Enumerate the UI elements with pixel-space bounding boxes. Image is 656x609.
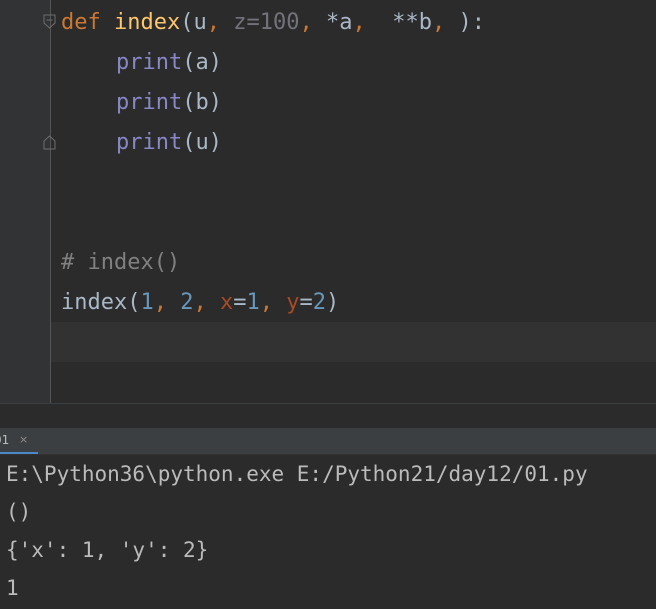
paren-close: ) [325,290,340,315]
panel-divider[interactable] [0,403,656,428]
builtin-print: print [116,130,183,155]
run-tab[interactable]: 01 × [0,428,38,454]
comma: , [153,290,167,315]
code-line-print-b: print(b) [116,83,222,123]
paren-close: ): [458,10,485,35]
keyword-def: def [61,10,101,35]
console-line: {'x': 1, 'y': 2} [6,538,209,562]
code-line-call: index(1, 2, x=1, y=2) [61,283,339,323]
function-name: index [114,10,181,35]
paren-open: ( [180,10,194,35]
builtin-print: print [116,50,183,75]
equals: = [233,290,247,315]
builtin-print: print [116,90,183,115]
comma: , [259,290,273,315]
code-line-comment: # index() [61,250,181,275]
comma: , [299,10,313,35]
kwarg-x: x [219,290,234,315]
run-console[interactable]: E:\Python36\python.exe E:/Python21/day12… [0,455,656,609]
console-line: 1 [6,576,19,600]
param-b: **b [392,10,432,35]
print-args: (u) [182,130,222,155]
arg-2: 2 [180,290,194,315]
param-z: z=100 [233,10,300,35]
param-u: u [193,10,207,35]
ide-window: def index(u, z=100, *a, **b, ): print(a)… [0,0,656,609]
current-line-highlight [51,322,656,362]
fold-open-icon[interactable] [42,14,57,29]
run-tab-label: 01 [0,433,10,447]
code-line-print-u: print(u) [116,123,222,163]
equals: = [299,290,313,315]
comma: , [431,10,446,35]
comma: , [206,10,220,35]
code-line-def: def index(u, z=100, *a, **b, ): [61,3,485,43]
kwarg-y: y [286,290,300,315]
close-icon[interactable]: × [19,428,28,452]
kwarg-y-value: 2 [312,290,326,315]
print-args: (b) [182,90,222,115]
param-a: *a [325,10,353,35]
arg-1: 1 [140,290,154,315]
code-line-print-a: print(a) [116,43,222,83]
run-tab-bar: 01 × [0,428,656,455]
console-line: E:\Python36\python.exe E:/Python21/day12… [6,462,588,486]
kwarg-x-value: 1 [246,290,260,315]
editor-gutter [0,0,50,403]
call-fn: index( [61,290,141,315]
comma: , [352,10,366,35]
code-editor[interactable]: def index(u, z=100, *a, **b, ): print(a)… [0,0,656,403]
comma: , [193,290,207,315]
fold-end-icon[interactable] [42,135,57,150]
console-line: () [6,500,32,524]
print-args: (a) [182,50,222,75]
